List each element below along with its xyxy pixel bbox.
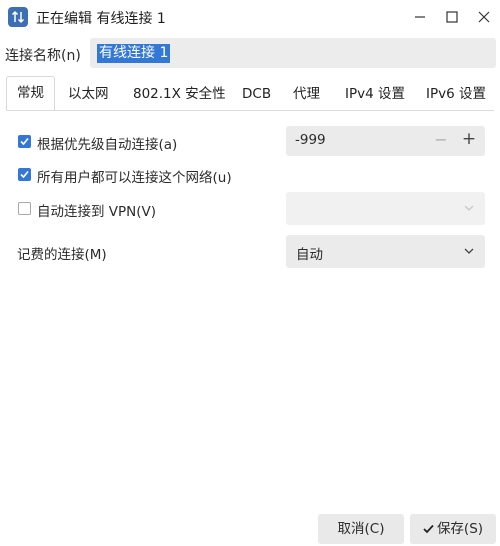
priority-decrement-button[interactable]: − <box>432 130 450 152</box>
close-button[interactable] <box>473 6 495 28</box>
auto-priority-checkbox[interactable] <box>18 135 31 148</box>
connection-name-value: 有线连接 1 <box>97 44 171 63</box>
all-users-label: 所有用户都可以连接这个网络(u) <box>37 170 232 186</box>
window-title: 正在编辑 有线连接 1 <box>36 11 166 27</box>
auto-vpn-checkbox[interactable] <box>18 202 31 215</box>
metered-select[interactable]: 自动 <box>286 235 485 268</box>
connection-name-input[interactable]: 有线连接 1 <box>90 38 496 68</box>
vpn-select[interactable] <box>286 192 485 225</box>
maximize-icon <box>446 11 458 23</box>
metered-label: 记费的连接(M) <box>17 247 107 263</box>
tab-general[interactable]: 常规 <box>6 76 55 111</box>
save-button-label: 保存(S) <box>436 521 484 537</box>
checkmark-icon <box>423 524 434 534</box>
minimize-button[interactable] <box>409 6 431 28</box>
checkmark-icon <box>20 170 29 179</box>
metered-select-value: 自动 <box>296 247 323 263</box>
auto-vpn-label: 自动连接到 VPN(V) <box>37 204 157 220</box>
priority-spinbox[interactable]: -999 − + <box>286 126 485 156</box>
tab-bar: 常规 以太网 802.1X 安全性 DCB 代理 IPv4 设置 IPv6 设置 <box>6 76 500 111</box>
network-transfer-icon <box>8 7 28 27</box>
minimize-icon <box>415 16 425 18</box>
tab-dcb[interactable]: DCB <box>242 77 271 111</box>
chevron-down-icon <box>464 205 474 211</box>
checkmark-icon <box>20 137 29 146</box>
tab-ethernet[interactable]: 以太网 <box>68 77 109 111</box>
tab-divider <box>6 110 494 111</box>
tab-8021x-security[interactable]: 802.1X 安全性 <box>133 77 226 111</box>
tab-ipv4-settings[interactable]: IPv4 设置 <box>345 77 405 111</box>
close-icon <box>478 11 490 23</box>
maximize-button[interactable] <box>441 6 463 28</box>
all-users-checkbox[interactable] <box>18 168 31 181</box>
chevron-down-icon <box>464 248 474 254</box>
priority-value: -999 <box>295 132 326 148</box>
auto-priority-label: 根据优先级自动连接(a) <box>37 137 178 153</box>
title-bar: 正在编辑 有线连接 1 <box>0 0 500 34</box>
connection-name-label: 连接名称(n) <box>5 48 81 64</box>
tab-ipv6-settings[interactable]: IPv6 设置 <box>426 77 486 111</box>
cancel-button-label: 取消(C) <box>337 521 385 537</box>
priority-increment-button[interactable]: + <box>460 129 478 151</box>
tab-proxy[interactable]: 代理 <box>293 77 320 111</box>
save-button[interactable]: 保存(S) <box>410 514 496 544</box>
cancel-button[interactable]: 取消(C) <box>318 514 404 544</box>
